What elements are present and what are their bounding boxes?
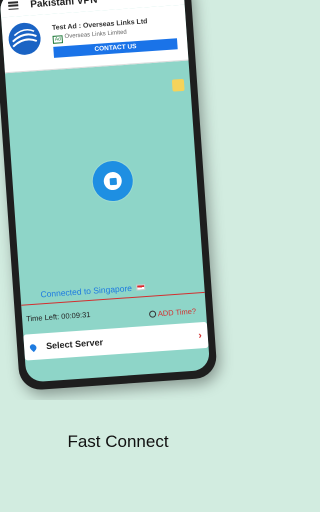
select-server-button[interactable]: Select Server › <box>23 321 209 361</box>
ad-banner[interactable]: Test Ad : Overseas Links Ltd Ad Overseas… <box>1 4 189 74</box>
ad-advertiser: Overseas Links Limited <box>64 29 128 41</box>
singapore-flag-icon <box>135 284 146 291</box>
contact-us-button[interactable]: CONTACT US <box>53 38 178 58</box>
time-left: Time Left: 00:09:31 <box>25 309 91 324</box>
add-time-label: ADD Time? <box>157 306 197 319</box>
app-screen: Pakistani VPN Test Ad : Overseas Links L… <box>0 0 211 383</box>
menu-icon[interactable] <box>8 1 19 10</box>
location-icon <box>28 342 38 352</box>
advertiser-logo-icon <box>7 21 42 56</box>
feature-caption: Fast Connect <box>67 432 169 451</box>
clock-icon <box>148 310 157 318</box>
connect-button[interactable] <box>91 159 135 203</box>
ad-tag: Ad <box>52 35 64 44</box>
phone-mockup-area: Pakistani VPN Test Ad : Overseas Links L… <box>0 0 236 400</box>
phone-frame: Pakistani VPN Test Ad : Overseas Links L… <box>0 0 218 392</box>
chevron-right-icon: › <box>198 329 203 341</box>
premium-icon[interactable] <box>171 78 185 92</box>
add-time-button[interactable]: ADD Time? <box>148 307 196 319</box>
power-icon <box>103 171 123 191</box>
select-server-label: Select Server <box>45 337 104 352</box>
ad-title: Test Ad : Overseas Links Ltd <box>51 18 148 32</box>
